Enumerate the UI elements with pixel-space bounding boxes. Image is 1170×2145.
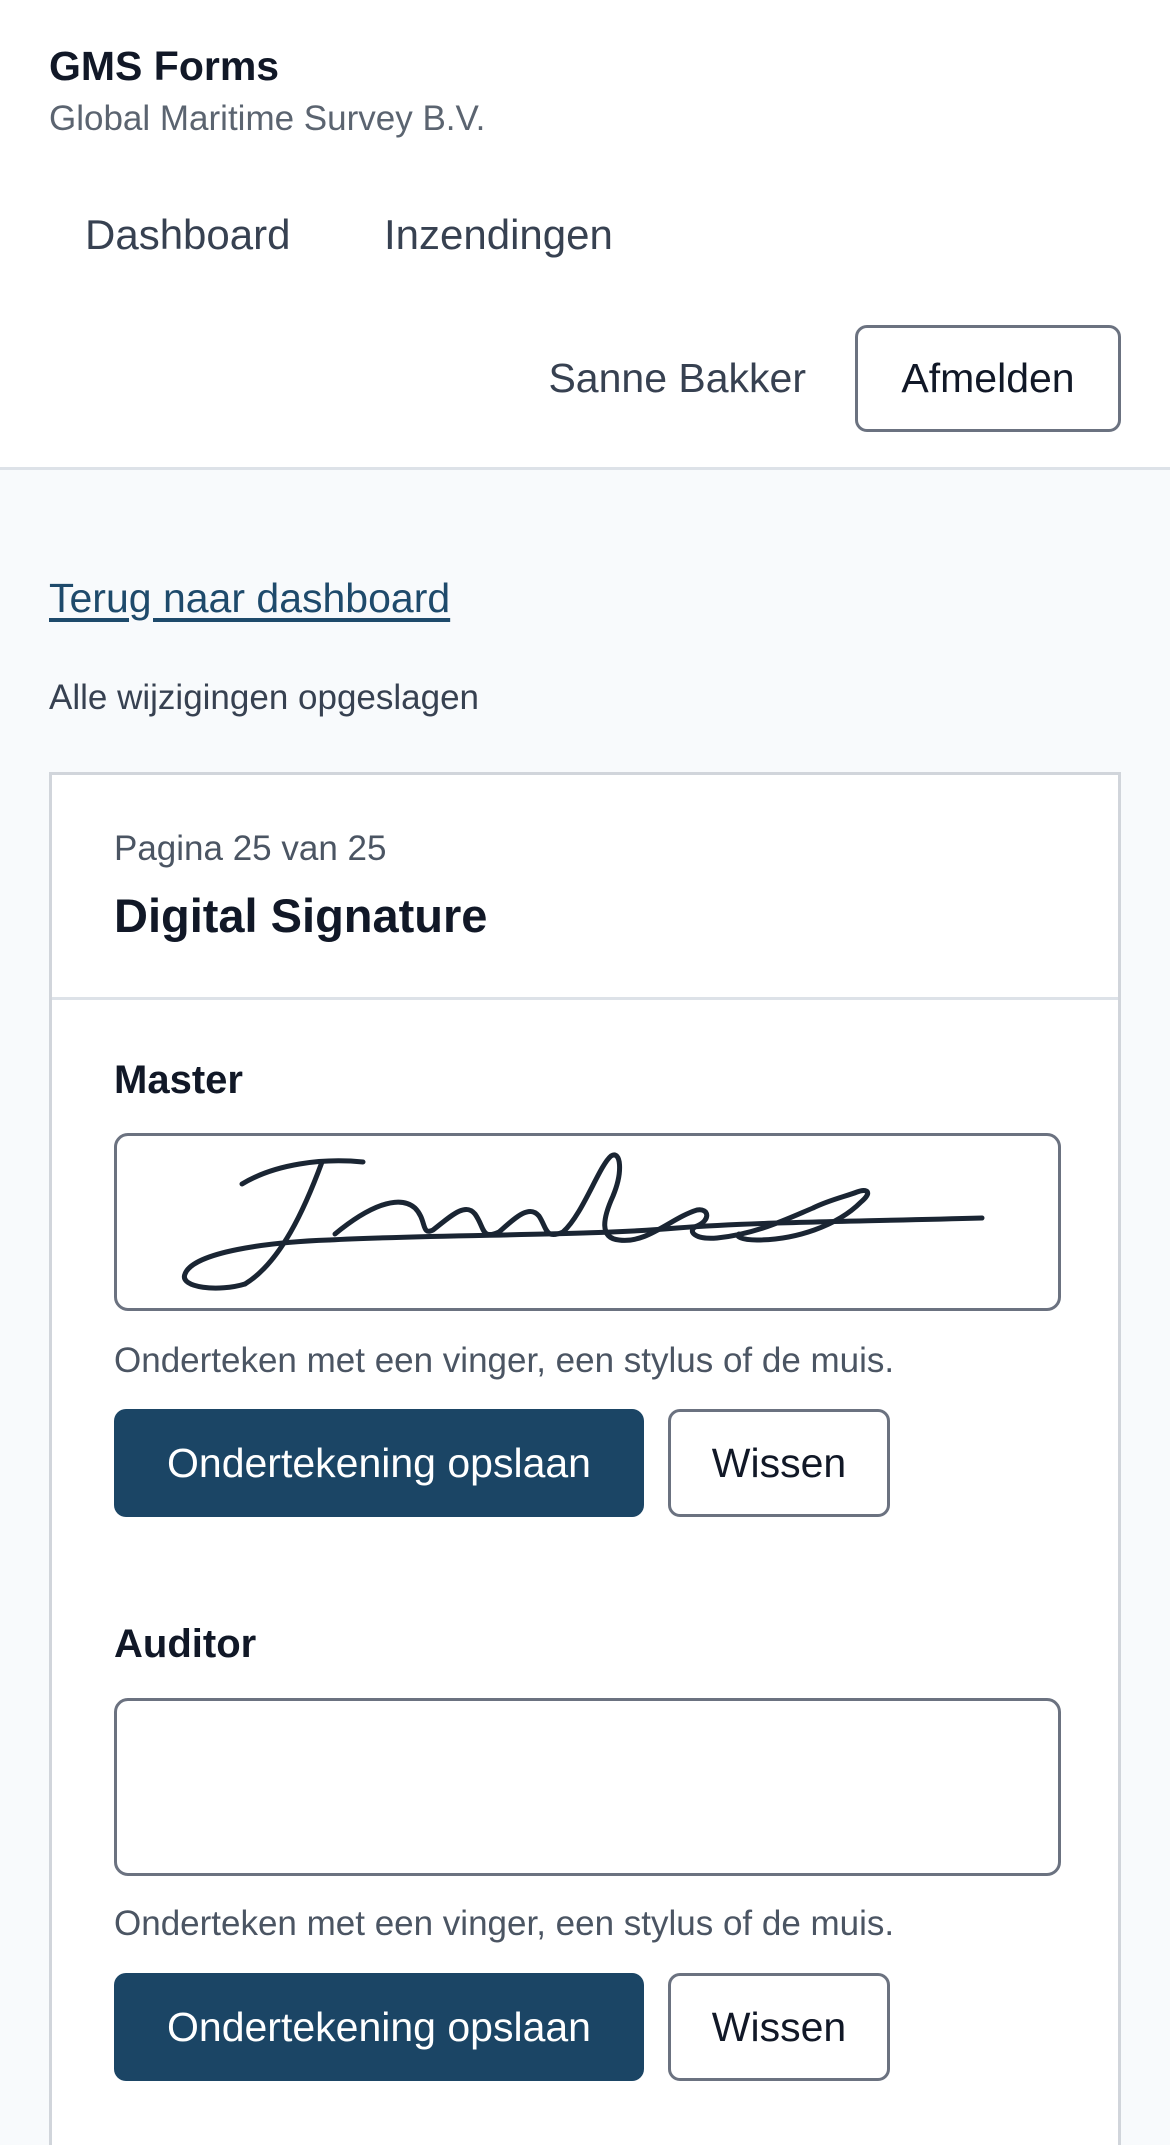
master-clear-signature-button[interactable]: Wissen (668, 1409, 890, 1517)
auditor-clear-signature-button[interactable]: Wissen (668, 1973, 890, 2081)
logout-button[interactable]: Afmelden (855, 325, 1121, 432)
app-title: GMS Forms (49, 43, 280, 89)
top-bar: GMS Forms Global Maritime Survey B.V. Da… (0, 0, 1170, 470)
organization-name: Global Maritime Survey B.V. (49, 99, 486, 138)
master-signature-label: Master (114, 1058, 243, 1102)
master-signature-drawing (182, 1152, 985, 1291)
current-user-name: Sanne Bakker (548, 355, 806, 401)
auditor-save-signature-button[interactable]: Ondertekening opslaan (114, 1973, 644, 2081)
page-counter: Pagina 25 van 25 (114, 829, 387, 868)
back-to-dashboard-link[interactable]: Terug naar dashboard (49, 568, 450, 628)
master-signature-pad[interactable] (114, 1133, 1061, 1311)
form-page-card: Pagina 25 van 25 Digital Signature Maste… (49, 772, 1121, 2145)
nav-submissions-link[interactable]: Inzendingen (384, 205, 613, 265)
page-title: Digital Signature (114, 889, 488, 942)
save-status-text: Alle wijzigingen opgeslagen (49, 678, 480, 717)
auditor-signature-label: Auditor (114, 1622, 257, 1666)
form-page-header: Pagina 25 van 25 Digital Signature (52, 775, 1118, 1000)
master-signature-hint: Onderteken met een vinger, een stylus of… (114, 1341, 895, 1380)
master-save-signature-button[interactable]: Ondertekening opslaan (114, 1409, 644, 1517)
auditor-signature-hint: Onderteken met een vinger, een stylus of… (114, 1904, 895, 1943)
nav-dashboard-link[interactable]: Dashboard (85, 205, 290, 265)
auditor-signature-pad[interactable] (114, 1698, 1061, 1876)
